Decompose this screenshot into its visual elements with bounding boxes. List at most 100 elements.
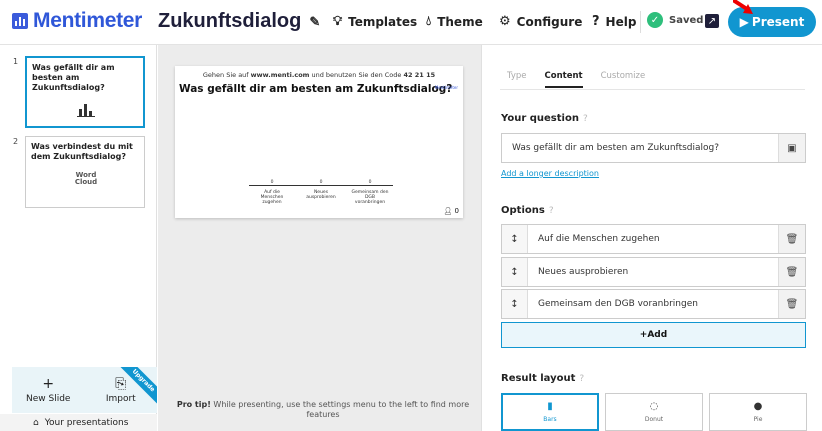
new-slide-label: New Slide (26, 393, 71, 404)
bar-value: 0 (368, 180, 372, 185)
panel-tabs: Type Content Customize (507, 71, 663, 88)
trash-icon[interactable]: 🗑︎ (778, 258, 805, 286)
result-layout-options: ▮ Bars ◌ Donut ● Pie (501, 393, 813, 431)
option-field[interactable]: ↕ Auf die Menschen zugehen 🗑︎ (501, 224, 806, 254)
option-value: Neues ausprobieren (538, 267, 629, 277)
new-slide-button[interactable]: + New Slide (12, 367, 85, 413)
pro-tip-bold: Pro tip! (176, 400, 211, 409)
check-icon: ✓ (647, 12, 663, 28)
help-icon[interactable]: ? (579, 374, 584, 384)
slide-canvas: Gehen Sie auf www.menti.com und benutzen… (158, 45, 481, 431)
slide-thumbnail-1[interactable]: Was gefällt dir am besten am Zukunftsdia… (25, 56, 145, 128)
tabs-divider (500, 89, 805, 90)
option-field[interactable]: ↕ Gemeinsam den DGB voranbringen 🗑︎ (501, 289, 806, 319)
options-label: Options (501, 205, 545, 216)
mentimeter-logo[interactable]: Mentimeter (12, 9, 142, 33)
lightbulb-icon: 💡︎ (333, 14, 343, 29)
layout-donut[interactable]: ◌ Donut (605, 393, 703, 431)
bar-value: 0 (270, 180, 274, 185)
slide-thumbnail-2[interactable]: Was verbindest du mit dem Zukunftsdialog… (25, 136, 145, 208)
pencil-icon[interactable]: ✎ (309, 14, 320, 30)
mentimeter-tag: Mentimeter (434, 85, 458, 90)
logo-text: Mentimeter (33, 9, 143, 32)
option-value: Auf die Menschen zugehen (538, 234, 660, 244)
join-instructions: Gehen Sie auf www.menti.com und benutzen… (175, 71, 463, 79)
saved-label: Saved (669, 14, 704, 26)
bar-chart-icon: ▮ (547, 401, 553, 412)
your-presentations-link[interactable]: ⌂ Your presentations (0, 414, 157, 431)
question-input[interactable]: Was gefällt dir am besten am Zukunftsdia… (501, 133, 806, 163)
question-icon: ? (592, 14, 600, 29)
your-presentations-label: Your presentations (44, 417, 129, 428)
import-button[interactable]: ⎘ Import Upgrade (85, 367, 157, 413)
import-label: Import (105, 393, 136, 404)
present-label: Present (751, 15, 805, 29)
saved-status: ✓ Saved (647, 12, 703, 28)
presentation-title[interactable]: Zukunftsdialog ✎ (158, 10, 320, 33)
options-heading: Options? (501, 205, 554, 216)
result-layout-label: Result layout (501, 373, 576, 384)
play-icon: ▶ (739, 15, 749, 29)
gear-icon: ⚙ (499, 14, 511, 29)
your-question-label: Your question (501, 113, 579, 124)
layout-bars-label: Bars (543, 416, 557, 423)
your-question-heading: Your question? (501, 113, 588, 124)
open-external-icon[interactable]: ↗ (705, 14, 719, 28)
slide-number: 2 (13, 137, 19, 146)
bar-value: 0 (319, 180, 323, 185)
tab-content[interactable]: Content (544, 71, 583, 88)
slide-thumbnail-title: Was verbindest du mit dem Zukunftsdialog… (31, 142, 133, 161)
slide-preview[interactable]: Gehen Sie auf www.menti.com und benutzen… (175, 66, 463, 218)
trash-icon[interactable]: 🗑︎ (778, 290, 805, 318)
help-icon[interactable]: ? (549, 206, 554, 216)
result-layout-heading: Result layout? (501, 373, 584, 384)
pro-tip-text: While presenting, use the settings menu … (210, 400, 470, 419)
option-value: Gemeinsam den DGB voranbringen (538, 299, 698, 309)
add-description-link[interactable]: Add a longer description (501, 169, 599, 178)
configure-label: Configure (516, 14, 583, 29)
layout-pie-label: Pie (753, 416, 763, 423)
templates-button[interactable]: 💡︎ Templates (333, 14, 417, 29)
word-cloud-icon: Word Cloud (74, 171, 98, 186)
plus-icon: + (42, 375, 55, 392)
join-url: www.menti.com (250, 71, 310, 79)
join-prefix: Gehen Sie auf (202, 71, 251, 79)
image-icon[interactable]: ▣ (778, 134, 805, 162)
pie-icon: ● (753, 401, 763, 412)
drag-handle-icon[interactable]: ↕ (502, 225, 528, 253)
help-button[interactable]: ? Help (592, 14, 636, 29)
bar-column: 0 Neues ausprobieren (301, 180, 341, 200)
theme-button[interactable]: 💧︎ Theme (426, 14, 483, 29)
slide-thumbnail-title: Was gefällt dir am besten am Zukunftsdia… (32, 63, 115, 92)
bar-column: 0 Gemeinsam den DGB voranbringen (350, 180, 390, 205)
bar-label: Gemeinsam den DGB voranbringen (351, 190, 389, 205)
bar-chart-icon (77, 104, 95, 117)
divider (640, 11, 641, 33)
bar-column: 0 Auf die Menschen zugehen (252, 180, 292, 205)
join-mid: und benutzen Sie den Code (309, 71, 404, 79)
slide-actions: + New Slide ⎘ Import Upgrade (12, 367, 157, 413)
logo-bars-icon (12, 13, 28, 29)
trash-icon[interactable]: 🗑︎ (778, 225, 805, 253)
participant-count: 👤︎ 0 (443, 207, 459, 215)
option-field[interactable]: ↕ Neues ausprobieren 🗑︎ (501, 257, 806, 287)
slide-number: 1 (13, 57, 19, 66)
tab-type[interactable]: Type (507, 71, 527, 88)
person-icon: 👤︎ (443, 207, 453, 215)
layout-donut-label: Donut (644, 416, 664, 423)
drag-handle-icon[interactable]: ↕ (502, 258, 528, 286)
bar-label: Neues ausprobieren (306, 190, 336, 200)
droplet-icon: 💧︎ (426, 14, 432, 29)
templates-label: Templates (348, 14, 418, 29)
add-option-button[interactable]: +Add (501, 322, 806, 348)
layout-bars[interactable]: ▮ Bars (501, 393, 599, 431)
theme-label: Theme (437, 14, 483, 29)
bar-label: Auf die Menschen zugehen (260, 190, 284, 205)
help-icon[interactable]: ? (583, 114, 588, 124)
tab-customize[interactable]: Customize (601, 71, 646, 88)
pro-tip: Pro tip! While presenting, use the setti… (173, 400, 473, 420)
drag-handle-icon[interactable]: ↕ (502, 290, 528, 318)
participant-count-value: 0 (454, 207, 459, 215)
configure-button[interactable]: ⚙ Configure (499, 14, 582, 29)
layout-pie[interactable]: ● Pie (709, 393, 807, 431)
